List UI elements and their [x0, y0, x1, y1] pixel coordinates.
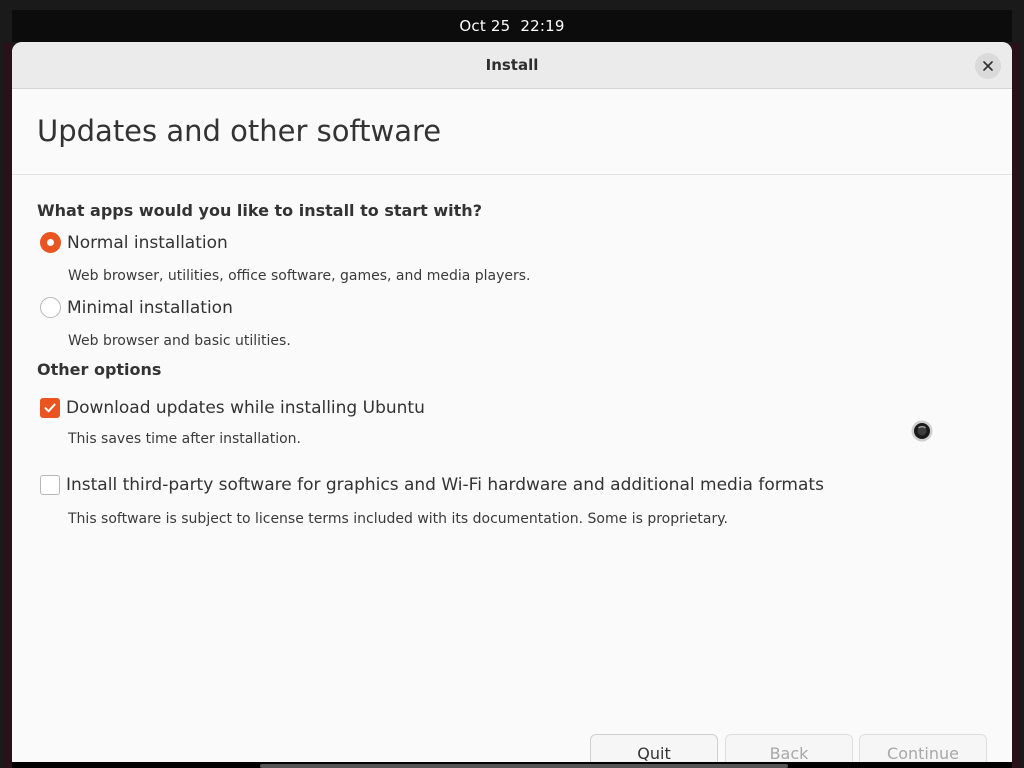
clock-date: Oct 25 — [459, 17, 511, 35]
desktop-edge-right — [1012, 42, 1020, 768]
bottom-bar — [12, 762, 1012, 768]
clock[interactable]: Oct 25 22:19 — [459, 17, 564, 35]
download-updates-option[interactable]: Download updates while installing Ubuntu — [40, 398, 425, 418]
desktop-edge-left — [4, 42, 12, 768]
minimal-installation-option[interactable]: Minimal installation — [40, 297, 233, 318]
normal-installation-option[interactable]: Normal installation — [40, 232, 228, 253]
installer-window: Install Updates and other software What … — [12, 42, 1012, 768]
normal-installation-label[interactable]: Normal installation — [67, 233, 228, 253]
radio-selected-icon[interactable] — [40, 232, 61, 253]
mouse-cursor-icon — [911, 420, 933, 442]
checkbox-unchecked-icon[interactable] — [40, 475, 60, 495]
page-content: What apps would you like to install to s… — [12, 42, 1012, 768]
minimal-installation-description: Web browser and basic utilities. — [68, 333, 291, 349]
clock-time: 22:19 — [520, 17, 565, 35]
apps-question: What apps would you like to install to s… — [37, 201, 482, 220]
minimal-installation-label[interactable]: Minimal installation — [67, 298, 233, 318]
third-party-software-description: This software is subject to license term… — [68, 511, 728, 527]
third-party-software-label[interactable]: Install third-party software for graphic… — [66, 475, 824, 495]
top-bar: Oct 25 22:19 — [12, 10, 1012, 42]
normal-installation-description: Web browser, utilities, office software,… — [68, 268, 531, 284]
desktop: Oct 25 22:19 Install Updates and other so… — [0, 0, 1024, 768]
radio-unselected-icon[interactable] — [40, 297, 61, 318]
download-updates-label[interactable]: Download updates while installing Ubuntu — [66, 398, 425, 418]
other-options-heading: Other options — [37, 360, 162, 379]
checkmark-icon[interactable] — [40, 398, 60, 418]
download-updates-description: This saves time after installation. — [68, 431, 301, 447]
dock-handle — [260, 764, 788, 768]
third-party-software-option[interactable]: Install third-party software for graphic… — [40, 475, 824, 495]
